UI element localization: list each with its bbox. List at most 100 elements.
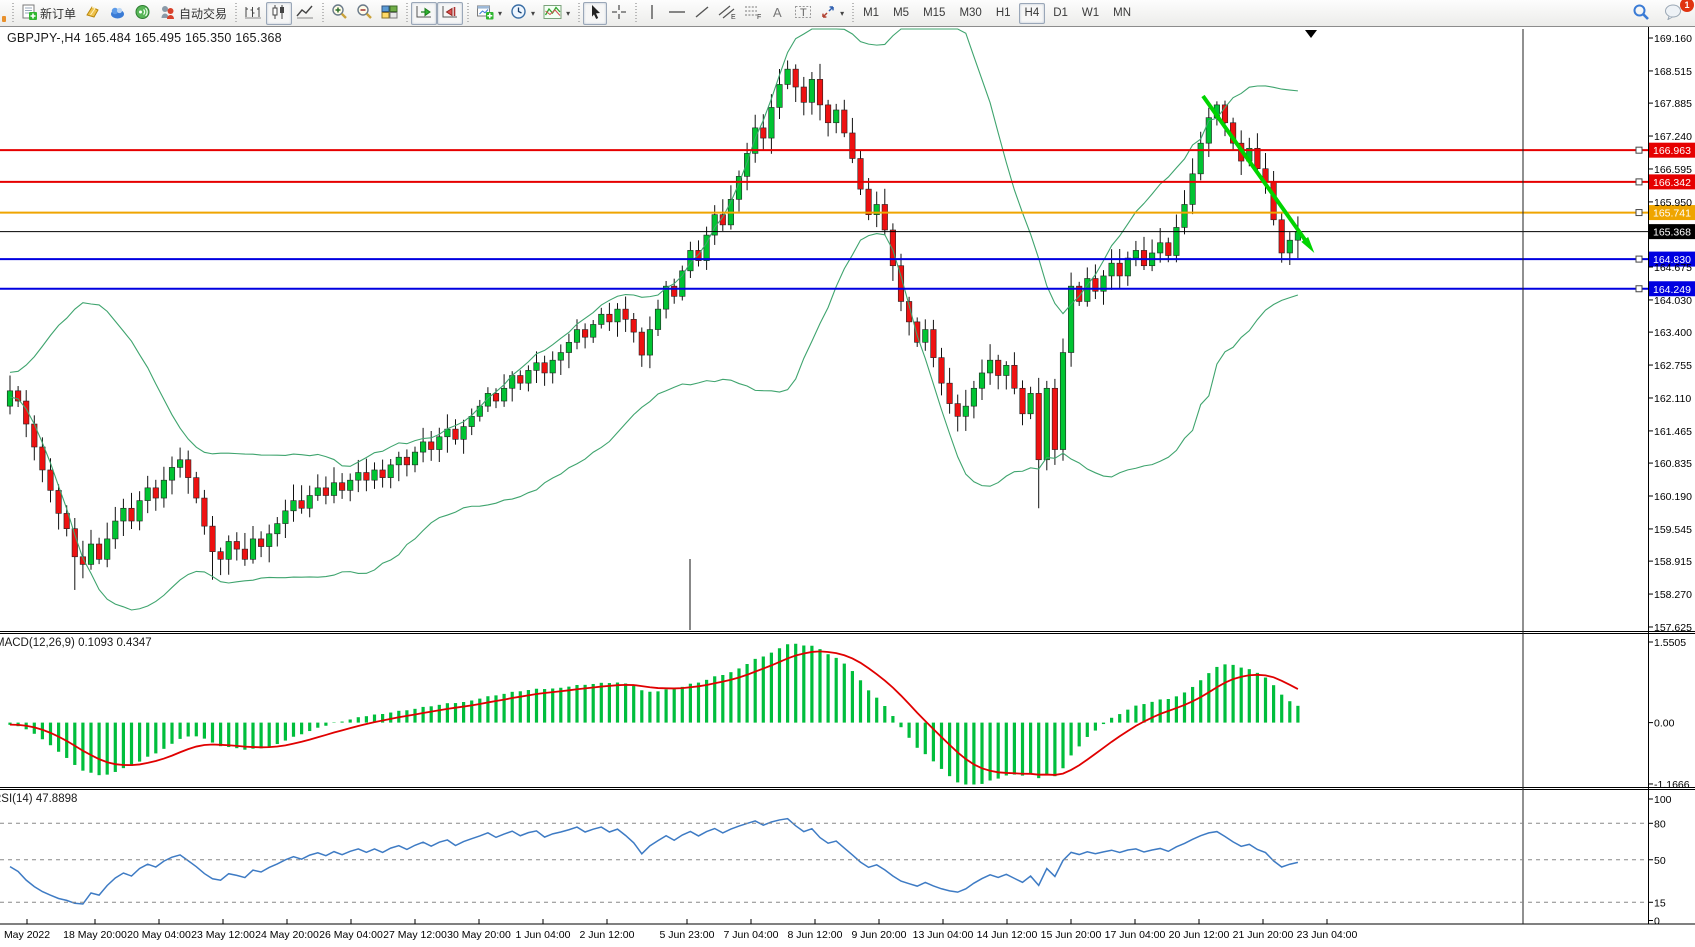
- toolbar-right-group: 1: [1628, 2, 1693, 25]
- candle-body: [40, 447, 46, 470]
- candle-body: [1052, 388, 1058, 449]
- deposit-button[interactable]: [80, 2, 105, 25]
- chart-window[interactable]: 166.963166.342165.741165.368164.830164.2…: [0, 27, 1695, 946]
- zoom-in-button[interactable]: [327, 2, 352, 25]
- candle-body: [1125, 258, 1131, 276]
- channel-icon: E: [718, 4, 736, 23]
- community-button[interactable]: [105, 2, 130, 25]
- dropdown-caret: ▾: [840, 9, 844, 18]
- autotrade-label: 自动交易: [179, 5, 227, 22]
- candle-body: [955, 404, 961, 417]
- chart-canvas[interactable]: 166.963166.342165.741165.368164.830164.2…: [0, 27, 1695, 946]
- candle-body: [420, 442, 426, 452]
- candle-body: [809, 79, 815, 102]
- text-label-icon: T: [794, 4, 812, 23]
- search-button[interactable]: [1628, 2, 1654, 25]
- candle-body: [1020, 388, 1026, 414]
- price-tick-label: 166.595: [1654, 164, 1692, 176]
- candle-body: [1060, 353, 1066, 450]
- chart-background: [0, 27, 1695, 946]
- candle-body: [655, 309, 661, 329]
- timeframe-button-mn[interactable]: MN: [1107, 3, 1137, 24]
- candle-body: [121, 508, 127, 521]
- auto-scroll-icon: [415, 4, 433, 23]
- macd-axis-label: -1.1666: [1654, 779, 1690, 791]
- timeframe-button-h4[interactable]: H4: [1019, 3, 1046, 24]
- cursor-button[interactable]: [583, 2, 607, 25]
- broadcast-button[interactable]: [130, 2, 155, 25]
- arrows-button[interactable]: ▾: [816, 2, 848, 25]
- candle-body: [623, 309, 629, 319]
- candle-body: [210, 526, 216, 552]
- time-tick-label: 17 Jun 04:00: [1105, 929, 1166, 941]
- indicators-menu-button[interactable]: ▾: [539, 2, 574, 25]
- time-tick-label: 21 Jun 20:00: [1233, 929, 1294, 941]
- autotrade-button[interactable]: 自动交易: [155, 2, 231, 25]
- auto-scroll-button[interactable]: [411, 2, 437, 25]
- new-order-button[interactable]: 新订单: [17, 2, 80, 25]
- notification-badge: 1: [1680, 0, 1694, 12]
- text-label-button[interactable]: T: [790, 2, 816, 25]
- candle-body: [817, 79, 823, 105]
- chart-shift-button[interactable]: [437, 2, 463, 25]
- fibonacci-button[interactable]: F: [740, 2, 766, 25]
- timeframe-group: M1M5M15M30H1H4D1W1MN: [857, 3, 1137, 24]
- horizontal-line-button[interactable]: [664, 2, 690, 25]
- rsi-axis-label: 80: [1654, 818, 1666, 830]
- zoom-out-button[interactable]: [352, 2, 377, 25]
- line-chart-button[interactable]: [292, 2, 318, 25]
- candle-body: [161, 480, 167, 498]
- toolbar-grip: [576, 3, 581, 23]
- timeframes-menu-button[interactable]: ▾: [506, 2, 539, 25]
- trendline-button[interactable]: [690, 2, 714, 25]
- line-handle: [1636, 256, 1642, 262]
- equidistant-channel-button[interactable]: E: [714, 2, 740, 25]
- tile-windows-icon: [381, 4, 398, 23]
- candle-body: [833, 110, 839, 123]
- candle-body: [995, 360, 1001, 375]
- svg-text:F: F: [757, 14, 761, 20]
- notifications-button[interactable]: 1: [1660, 2, 1687, 25]
- candle-body: [963, 406, 969, 416]
- timeframe-button-m15[interactable]: M15: [917, 3, 951, 24]
- candle-body: [777, 84, 783, 107]
- text-button[interactable]: A: [766, 2, 790, 25]
- timeframe-button-h1[interactable]: H1: [990, 3, 1017, 24]
- candle-body: [647, 330, 653, 356]
- vertical-line-button[interactable]: [640, 2, 664, 25]
- bar-chart-button[interactable]: [240, 2, 266, 25]
- candle-body: [842, 110, 848, 133]
- candle-body: [1044, 388, 1050, 459]
- candle-body: [1028, 393, 1034, 413]
- new-order-label: 新订单: [40, 5, 76, 22]
- candle-body: [1117, 263, 1123, 276]
- candle-body: [412, 452, 418, 465]
- dropdown-caret: ▾: [566, 9, 570, 18]
- candlestick-chart-button[interactable]: [266, 2, 292, 25]
- candle-body: [590, 324, 596, 337]
- timeframe-button-w1[interactable]: W1: [1076, 3, 1105, 24]
- new-chart-icon: [476, 4, 494, 23]
- price-tick-label: 165.950: [1654, 197, 1692, 209]
- autotrade-icon: [159, 4, 176, 23]
- candle-body: [194, 478, 200, 498]
- candle-body: [1109, 263, 1115, 276]
- toolbar-grip: [850, 3, 855, 23]
- candle-body: [542, 363, 548, 373]
- toolbar-grip: [404, 3, 409, 23]
- candle-body: [380, 470, 386, 478]
- new-chart-button[interactable]: ▾: [472, 2, 506, 25]
- timeframe-button-m30[interactable]: M30: [953, 3, 987, 24]
- dropdown-caret: ▾: [498, 9, 502, 18]
- timeframe-button-m5[interactable]: M5: [887, 3, 915, 24]
- timeframe-button-m1[interactable]: M1: [857, 3, 885, 24]
- candle-body: [558, 353, 564, 361]
- tile-windows-button[interactable]: [377, 2, 402, 25]
- price-tick-label: 168.515: [1654, 66, 1692, 78]
- macd-axis-label: 0.00: [1654, 718, 1675, 730]
- candle-body: [785, 69, 791, 84]
- crosshair-button[interactable]: [607, 2, 631, 25]
- bar-chart-icon: [244, 4, 262, 23]
- candle-body: [1190, 174, 1196, 205]
- timeframe-button-d1[interactable]: D1: [1047, 3, 1074, 24]
